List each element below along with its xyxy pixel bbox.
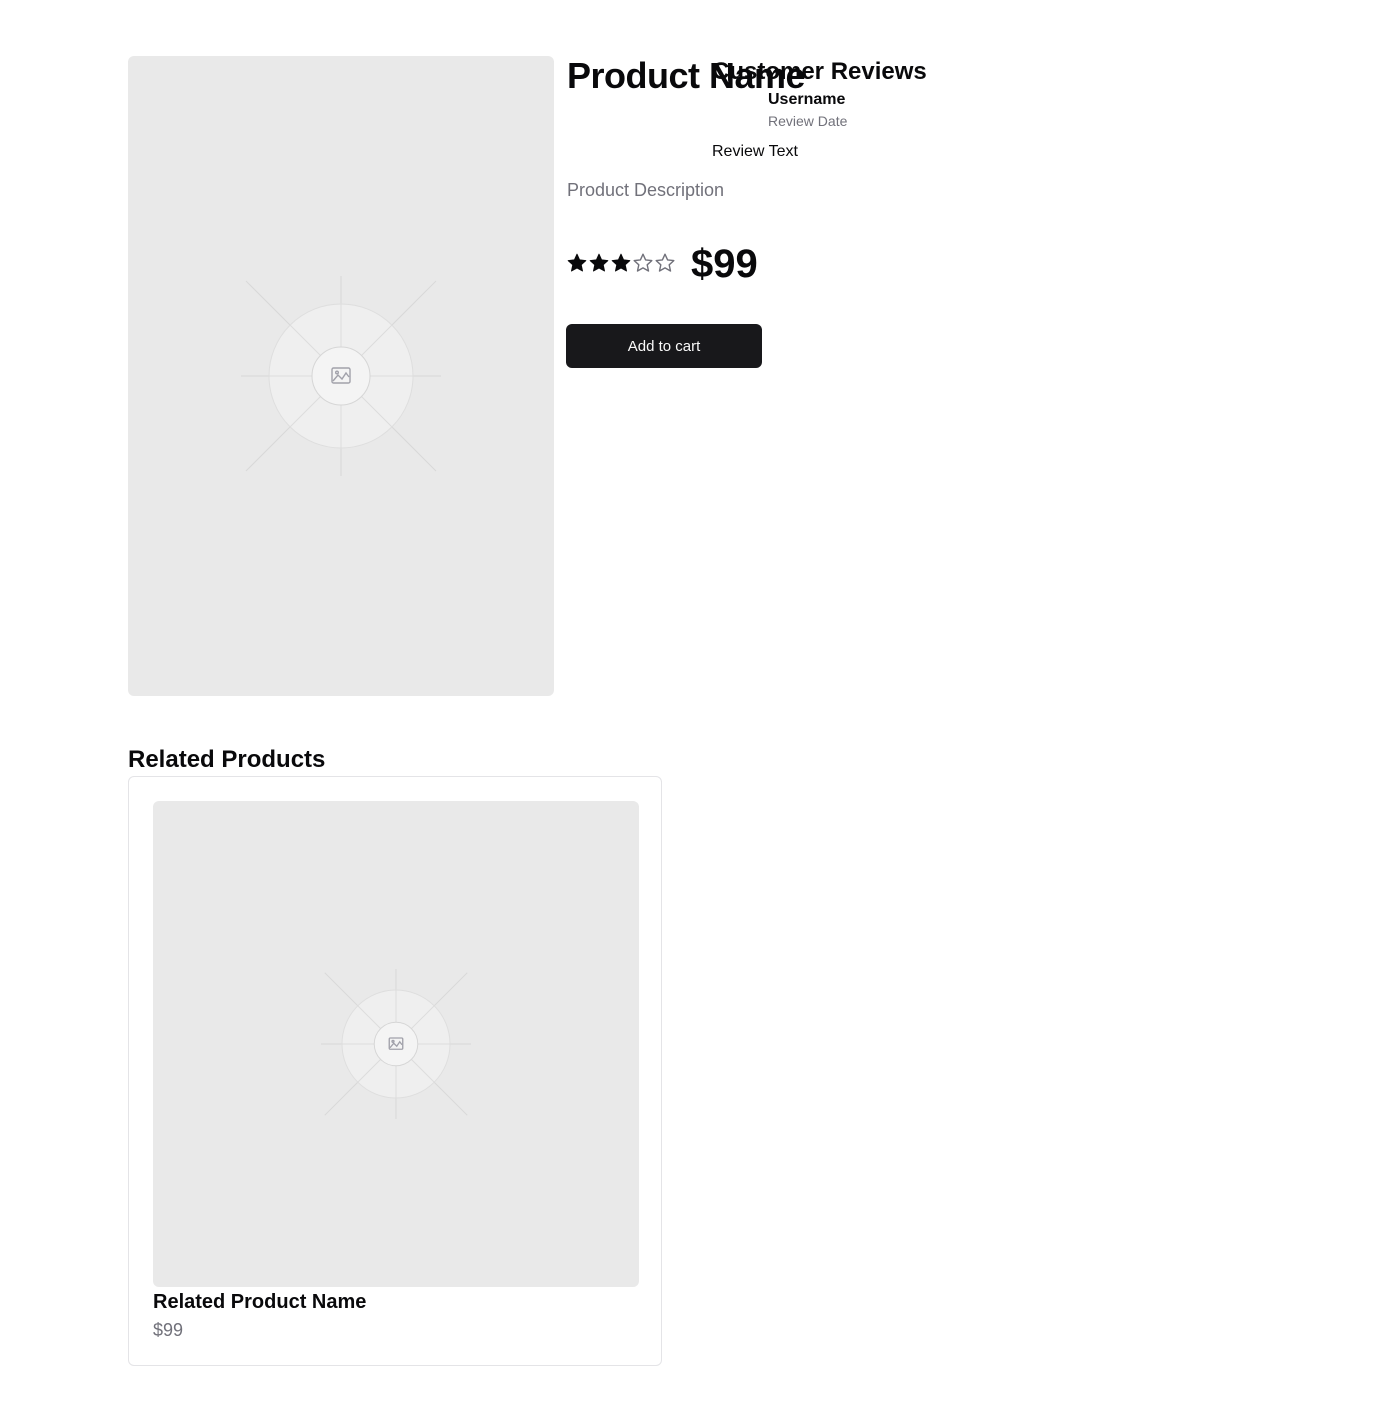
star-filled-icon <box>589 253 609 272</box>
reviews-heading: Customer Reviews <box>712 58 927 85</box>
review-date: Review Date <box>768 113 848 129</box>
product-price: $99 <box>691 242 758 286</box>
customer-reviews: Customer Reviews Username Review Date Re… <box>712 56 1012 160</box>
related-product-price: $99 <box>153 1320 184 1340</box>
review-header: Username Review Date <box>768 90 847 130</box>
review-text: Review Text <box>712 143 798 160</box>
add-to-cart-button[interactable]: Add to cart <box>566 324 762 368</box>
review-username: Username <box>768 91 846 108</box>
related-product-name: Related Product Name <box>153 1291 367 1313</box>
product-image <box>128 56 554 696</box>
related-product-image <box>153 801 639 1287</box>
product-description: Product Description <box>567 180 725 200</box>
related-product-card[interactable]: Related Product Name $99 <box>128 776 662 1366</box>
star-filled-icon <box>567 253 587 272</box>
product-page: Product Name Customer Reviews Username R… <box>0 0 1376 1424</box>
image-placeholder-icon <box>321 969 471 1119</box>
image-placeholder-icon <box>241 276 441 476</box>
star-empty-icon <box>655 253 675 272</box>
related-products-heading: Related Products <box>128 746 326 773</box>
star-rating <box>567 253 675 275</box>
star-empty-icon <box>633 253 653 272</box>
star-filled-icon <box>611 253 631 272</box>
